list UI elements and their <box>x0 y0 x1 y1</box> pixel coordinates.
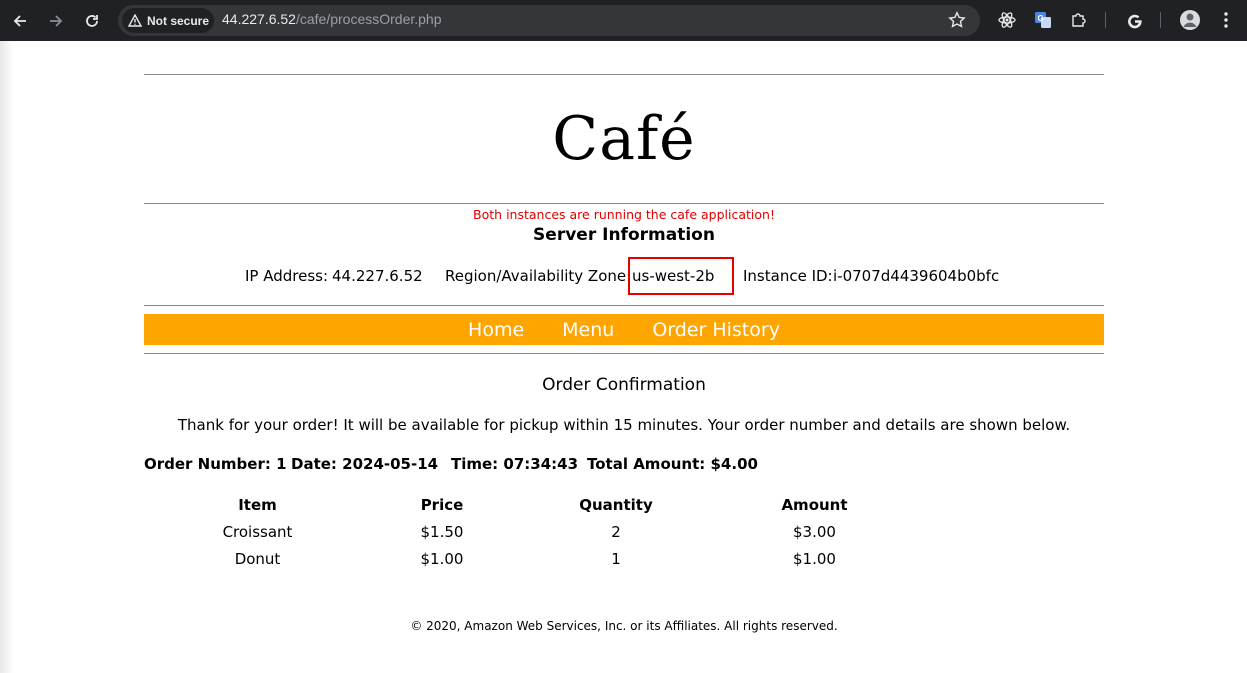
order-number: Order Number: 1 <box>144 455 287 473</box>
cell-amount: $1.00 <box>793 549 836 568</box>
url-host: 44.227.6.52 <box>222 11 296 27</box>
toolbar-separator <box>1105 12 1106 28</box>
translate-extension-button[interactable]: G <box>1032 9 1054 31</box>
order-summary: Order Number: 1 Date: 2024-05-14 Time: 0… <box>144 455 1104 477</box>
top-divider <box>144 74 1104 75</box>
page-viewport: Café Both instances are running the cafe… <box>0 41 1247 673</box>
security-chip[interactable]: Not secure <box>122 8 214 33</box>
address-bar[interactable]: Not secure 44.227.6.52/cafe/processOrder… <box>118 5 980 36</box>
nav-bar: Home Menu Order History <box>144 314 1104 345</box>
cell-price: $1.50 <box>420 522 464 541</box>
page-edge-shadow <box>0 41 14 673</box>
browser-toolbar: Not secure 44.227.6.52/cafe/processOrder… <box>0 0 1247 41</box>
order-confirmation-heading: Order Confirmation <box>542 375 706 395</box>
instance-label: Instance ID: <box>743 267 833 285</box>
cell-amount: $3.00 <box>793 522 836 541</box>
cell-item: Donut <box>234 549 281 568</box>
ip-label: IP Address: <box>245 267 329 285</box>
reload-icon <box>86 15 98 27</box>
server-info-heading: Server Information <box>533 225 715 245</box>
table-row: Croissant $1.50 2 $3.00 <box>159 518 925 545</box>
more-vert-icon <box>1224 12 1228 28</box>
ip-value: 44.227.6.52 <box>332 267 423 285</box>
region-label: Region/Availability Zone: <box>445 267 632 285</box>
highlight-box <box>628 257 734 295</box>
arrow-left-icon <box>13 15 26 27</box>
copyright-footer: © 2020, Amazon Web Services, Inc. or its… <box>410 619 838 633</box>
instance-value: i-0707d4439604b0bfc <box>833 267 1000 285</box>
forward-button[interactable] <box>43 8 69 34</box>
avatar-icon <box>1180 10 1200 30</box>
svg-text:G: G <box>1038 14 1044 23</box>
react-extension-button[interactable] <box>996 9 1018 31</box>
translate-icon: G <box>1035 12 1051 28</box>
profile-button[interactable] <box>1179 9 1201 31</box>
star-icon <box>948 11 966 28</box>
toolbar-separator-2 <box>1160 12 1161 28</box>
chrome-menu-button[interactable] <box>1215 9 1237 31</box>
puzzle-icon <box>1072 13 1086 27</box>
site-title: Café <box>552 104 696 174</box>
server-info-row: IP Address: 44.227.6.52 Region/Availabil… <box>144 257 1104 295</box>
title-divider <box>144 203 1104 204</box>
col-header-price: Price <box>420 495 464 514</box>
order-date: Date: 2024-05-14 <box>291 455 439 473</box>
table-row: Donut $1.00 1 $1.00 <box>159 545 925 572</box>
nav-divider <box>144 353 1104 354</box>
back-button[interactable] <box>7 8 33 34</box>
notice-text: Both instances are running the cafe appl… <box>473 207 775 222</box>
order-total: Total Amount: $4.00 <box>587 455 758 473</box>
google-g-icon <box>1128 14 1142 29</box>
table-header-row: Item Price Quantity Amount <box>159 491 925 518</box>
col-header-quantity: Quantity <box>579 495 653 514</box>
cell-quantity: 2 <box>611 522 621 541</box>
col-header-amount: Amount <box>781 495 848 514</box>
server-divider <box>144 305 1104 306</box>
google-button[interactable] <box>1124 9 1146 31</box>
cell-price: $1.00 <box>420 549 464 568</box>
url-text[interactable]: 44.227.6.52/cafe/processOrder.php <box>222 11 442 27</box>
security-label: Not secure <box>147 13 210 28</box>
order-time: Time: 07:34:43 <box>451 455 579 473</box>
nav-menu-link[interactable]: Menu <box>562 319 614 341</box>
cell-quantity: 1 <box>611 549 621 568</box>
warning-icon <box>128 14 142 27</box>
bookmark-star-button[interactable] <box>948 11 966 33</box>
cell-item: Croissant <box>222 522 293 541</box>
thanks-message: Thank for your order! It will be availab… <box>177 416 1071 434</box>
url-path: /cafe/processOrder.php <box>295 11 442 27</box>
arrow-right-icon <box>50 15 63 27</box>
col-header-item: Item <box>238 495 277 514</box>
atom-icon <box>998 12 1016 28</box>
order-items-table: Item Price Quantity Amount Croissant $1.… <box>159 491 925 572</box>
nav-order-history-link[interactable]: Order History <box>652 319 780 341</box>
reload-button[interactable] <box>79 8 105 34</box>
extensions-button[interactable] <box>1068 9 1090 31</box>
nav-home-link[interactable]: Home <box>468 319 524 341</box>
